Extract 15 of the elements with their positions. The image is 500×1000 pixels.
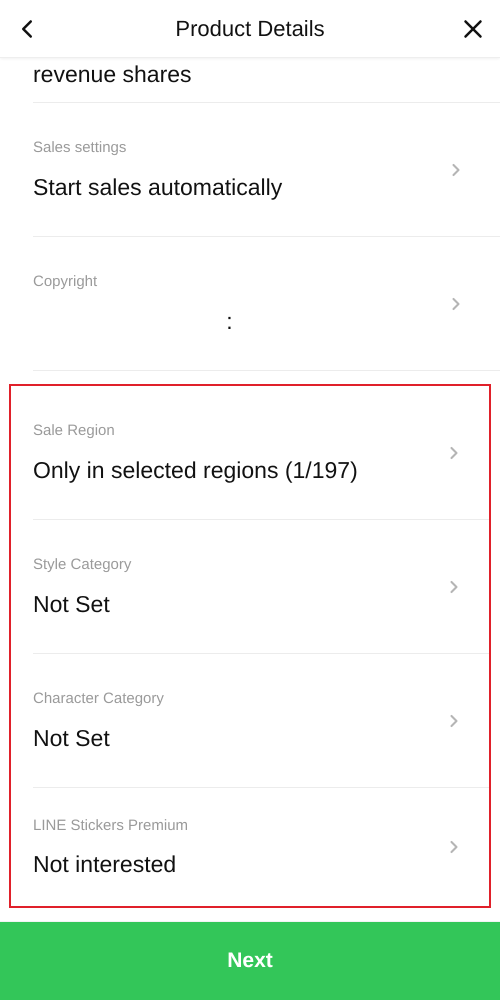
field-label: Copyright [33,272,98,292]
field-value: revenue shares [33,60,192,89]
field-value: Not Set [33,724,110,753]
field-label: Style Category [33,555,132,576]
field-value: Not Set [33,590,110,619]
page-title: Product Details [174,15,326,43]
field-value: Only in selected regions (1/197) [33,456,358,485]
field-label: Character Category [33,689,164,710]
field-label: Sales settings [33,138,126,158]
field-label: Sale Region [33,421,115,442]
field-value: Not interested [33,850,176,880]
field-value: Start sales automatically [33,172,282,202]
field-label: LINE Stickers Premium [33,816,188,836]
field-value: : [226,306,233,336]
next-button[interactable]: Next [0,922,500,1000]
